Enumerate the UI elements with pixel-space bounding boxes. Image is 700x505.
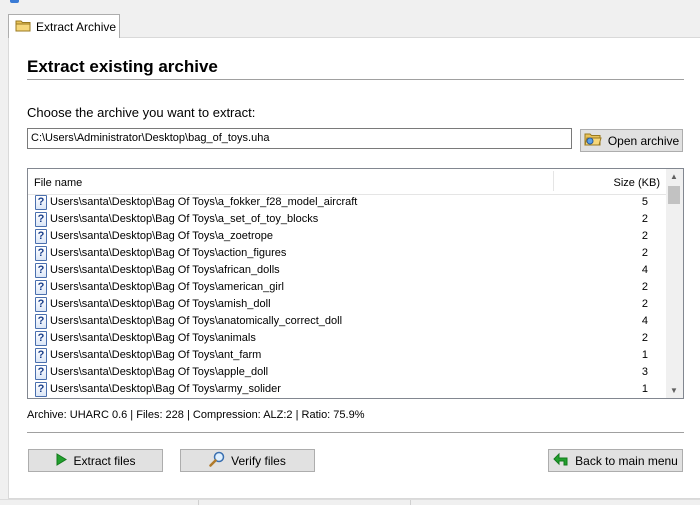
file-name: Users\santa\Desktop\Bag Of Toys\a_fokker… — [50, 196, 358, 208]
back-to-main-menu-label: Back to main menu — [575, 453, 678, 468]
verify-files-label: Verify files — [231, 453, 286, 468]
list-rows: ? Users\santa\Desktop\Bag Of Toys\a_fokke… — [28, 194, 667, 398]
list-header: File name Size (KB) — [28, 169, 667, 195]
table-row[interactable]: ? Users\santa\Desktop\Bag Of Toys\a_fokke… — [28, 194, 667, 211]
file-size: 2 — [641, 332, 648, 344]
table-row[interactable]: ? Users\santa\Desktop\Bag Of Toys\amish_d… — [28, 296, 667, 313]
file-size: 2 — [641, 281, 648, 293]
choose-archive-label: Choose the archive you want to extract: — [27, 105, 256, 120]
title-divider — [27, 79, 684, 80]
unknown-file-icon: ? — [35, 195, 47, 210]
table-row[interactable]: ? Users\santa\Desktop\Bag Of Toys\a_set_o… — [28, 211, 667, 228]
file-name: Users\santa\Desktop\Bag Of Toys\a_set_of… — [50, 213, 319, 225]
unknown-file-icon: ? — [35, 280, 47, 295]
status-bar — [0, 499, 700, 505]
back-to-main-menu-button[interactable]: Back to main menu — [548, 449, 683, 472]
top-strip — [0, 0, 700, 8]
file-size: 4 — [641, 315, 648, 327]
file-name: Users\santa\Desktop\Bag Of Toys\action_f… — [50, 247, 287, 259]
column-header-size[interactable]: Size (KB) — [614, 177, 660, 189]
file-size: 2 — [641, 213, 648, 225]
play-icon — [55, 452, 68, 469]
file-size: 1 — [641, 383, 648, 395]
table-row[interactable]: ? Users\santa\Desktop\Bag Of Toys\ant_far… — [28, 347, 667, 364]
file-size: 4 — [641, 264, 648, 276]
extract-files-button[interactable]: Extract files — [28, 449, 163, 472]
table-row[interactable]: ? Users\santa\Desktop\Bag Of Toys\apple_d… — [28, 364, 667, 381]
verify-files-button[interactable]: Verify files — [180, 449, 315, 472]
unknown-file-icon: ? — [35, 246, 47, 261]
file-size: 2 — [641, 230, 648, 242]
unknown-file-icon: ? — [35, 229, 47, 244]
folder-icon — [15, 19, 31, 35]
extract-files-label: Extract files — [73, 453, 136, 468]
unknown-file-icon: ? — [35, 212, 47, 227]
unknown-file-icon: ? — [35, 331, 47, 346]
table-row[interactable]: ? Users\santa\Desktop\Bag Of Toys\action_… — [28, 245, 667, 262]
table-row[interactable]: ? Users\santa\Desktop\Bag Of Toys\animals… — [28, 330, 667, 347]
file-name: Users\santa\Desktop\Bag Of Toys\amish_do… — [50, 298, 271, 310]
status-bar-divider — [198, 500, 199, 505]
file-size: 2 — [641, 247, 648, 259]
vertical-scrollbar[interactable]: ▲ ▼ — [666, 169, 683, 398]
file-size: 2 — [641, 298, 648, 310]
page-title: Extract existing archive — [27, 57, 218, 76]
unknown-file-icon: ? — [35, 382, 47, 397]
table-row[interactable]: ? Users\santa\Desktop\Bag Of Toys\african… — [28, 262, 667, 279]
table-row[interactable]: ? Users\santa\Desktop\Bag Of Toys\army_so… — [28, 381, 667, 398]
archive-path-field[interactable]: C:\Users\Administrator\Desktop\bag_of_to… — [27, 128, 572, 149]
window-icon-fragment — [10, 0, 19, 3]
back-arrow-icon — [553, 451, 569, 470]
file-name: Users\santa\Desktop\Bag Of Toys\anatomic… — [50, 315, 343, 327]
unknown-file-icon: ? — [35, 263, 47, 278]
status-bar-divider — [410, 500, 411, 505]
file-name: Users\santa\Desktop\Bag Of Toys\american… — [50, 281, 284, 293]
column-header-file-name[interactable]: File name — [34, 177, 82, 189]
open-folder-icon — [584, 132, 602, 150]
scroll-down-icon[interactable]: ▼ — [670, 386, 678, 395]
scroll-thumb[interactable] — [668, 186, 680, 204]
open-archive-button[interactable]: Open archive — [580, 129, 683, 152]
file-name: Users\santa\Desktop\Bag Of Toys\ant_farm — [50, 349, 262, 361]
unknown-file-icon: ? — [35, 314, 47, 329]
file-size: 3 — [641, 366, 648, 378]
table-row[interactable]: ? Users\santa\Desktop\Bag Of Toys\a_zoetr… — [28, 228, 667, 245]
table-row[interactable]: ? Users\santa\Desktop\Bag Of Toys\america… — [28, 279, 667, 296]
table-row[interactable]: ? Users\santa\Desktop\Bag Of Toys\anatomi… — [28, 313, 667, 330]
file-name: Users\santa\Desktop\Bag Of Toys\army_sol… — [50, 383, 281, 395]
magnifier-icon — [209, 451, 225, 470]
footer-divider — [27, 432, 684, 433]
file-size: 1 — [641, 349, 648, 361]
archive-status: Archive: UHARC 0.6 | Files: 228 | Compre… — [27, 409, 365, 421]
unknown-file-icon: ? — [35, 365, 47, 380]
file-name: Users\santa\Desktop\Bag Of Toys\a_zoetro… — [50, 230, 273, 242]
column-separator[interactable] — [553, 171, 554, 191]
file-name: Users\santa\Desktop\Bag Of Toys\animals — [50, 332, 256, 344]
file-name: Users\santa\Desktop\Bag Of Toys\african_… — [50, 264, 280, 276]
file-name: Users\santa\Desktop\Bag Of Toys\apple_do… — [50, 366, 269, 378]
tab-extract-archive[interactable]: Extract Archive — [8, 14, 120, 38]
tab-label: Extract Archive — [36, 19, 117, 34]
file-list[interactable]: File name Size (KB) ? Users\santa\Desktop… — [27, 168, 684, 399]
file-size: 5 — [641, 196, 648, 208]
scroll-up-icon[interactable]: ▲ — [670, 172, 678, 181]
unknown-file-icon: ? — [35, 297, 47, 312]
open-archive-label: Open archive — [607, 133, 680, 148]
unknown-file-icon: ? — [35, 348, 47, 363]
